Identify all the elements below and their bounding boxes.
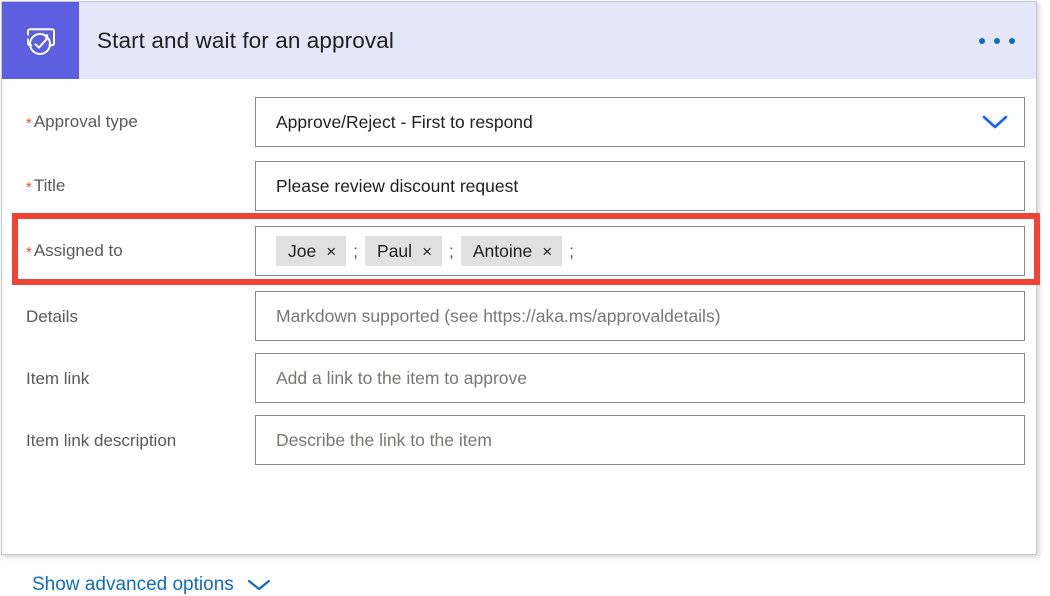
title-input[interactable]: Please review discount request xyxy=(255,161,1025,211)
close-icon[interactable]: × xyxy=(542,243,552,260)
label-details: Details xyxy=(26,306,78,326)
assigned-to-people-picker[interactable]: Joe × ; Paul × ; Antoine × ; xyxy=(255,226,1025,276)
chevron-down-icon[interactable] xyxy=(246,577,272,593)
person-chip[interactable]: Paul × xyxy=(365,236,442,266)
item-link-description-placeholder: Describe the link to the item xyxy=(276,429,492,450)
card-header[interactable]: Start and wait for an approval xyxy=(2,2,1036,79)
field-row-assigned-to: * Assigned to Joe × ; Paul × ; Antoine ×… xyxy=(2,226,1036,276)
approval-action-card: Start and wait for an approval * Approval… xyxy=(1,1,1037,595)
details-placeholder: Markdown supported (see https://aka.ms/a… xyxy=(276,305,721,326)
ellipsis-dot xyxy=(1009,37,1015,44)
chip-separator: ; xyxy=(353,240,359,261)
ellipsis-dot xyxy=(994,37,1000,44)
show-advanced-options-link[interactable]: Show advanced options xyxy=(32,574,272,596)
label-approval-type: * Approval type xyxy=(26,112,138,132)
field-row-item-link-description: Item link description Describe the link … xyxy=(2,415,1036,465)
item-link-description-input[interactable]: Describe the link to the item xyxy=(255,415,1025,465)
person-chip-name: Antoine xyxy=(472,240,533,261)
label-title: * Title xyxy=(26,176,66,196)
label-assigned-to: * Assigned to xyxy=(26,241,123,261)
field-row-details: Details Markdown supported (see https://… xyxy=(2,291,1036,341)
item-link-placeholder: Add a link to the item to approve xyxy=(276,367,527,388)
approval-flow-icon xyxy=(2,2,79,79)
field-row-approval-type: * Approval type Approve/Reject - First to… xyxy=(2,97,1036,147)
item-link-input[interactable]: Add a link to the item to approve xyxy=(255,353,1025,403)
person-chip[interactable]: Joe × xyxy=(276,236,347,266)
required-asterisk: * xyxy=(26,244,32,261)
person-chip-name: Joe xyxy=(288,240,317,261)
label-item-link-description: Item link description xyxy=(26,430,177,450)
required-asterisk: * xyxy=(26,115,32,132)
chip-separator: ; xyxy=(569,240,575,261)
overflow-menu-button[interactable] xyxy=(975,30,1019,52)
label-item-link: Item link xyxy=(26,368,90,388)
person-chip-name: Paul xyxy=(377,240,413,261)
field-row-item-link: Item link Add a link to the item to appr… xyxy=(2,353,1036,403)
title-value: Please review discount request xyxy=(276,175,519,196)
close-icon[interactable]: × xyxy=(422,243,432,260)
person-chip[interactable]: Antoine × xyxy=(460,236,563,266)
show-advanced-options-label: Show advanced options xyxy=(32,574,234,595)
approval-type-value: Approve/Reject - First to respond xyxy=(276,111,533,132)
required-asterisk: * xyxy=(26,179,32,196)
page-title: Start and wait for an approval xyxy=(97,27,394,53)
assigned-to-chip-list: Joe × ; Paul × ; Antoine × ; xyxy=(276,236,581,266)
close-icon[interactable]: × xyxy=(326,243,336,260)
approval-type-dropdown[interactable]: Approve/Reject - First to respond xyxy=(255,97,1025,147)
chip-separator: ; xyxy=(449,240,454,261)
field-row-title: * Title Please review discount request xyxy=(2,161,1036,211)
ellipsis-dot xyxy=(979,37,985,44)
details-input[interactable]: Markdown supported (see https://aka.ms/a… xyxy=(255,291,1025,341)
chevron-down-icon[interactable] xyxy=(980,113,1010,131)
